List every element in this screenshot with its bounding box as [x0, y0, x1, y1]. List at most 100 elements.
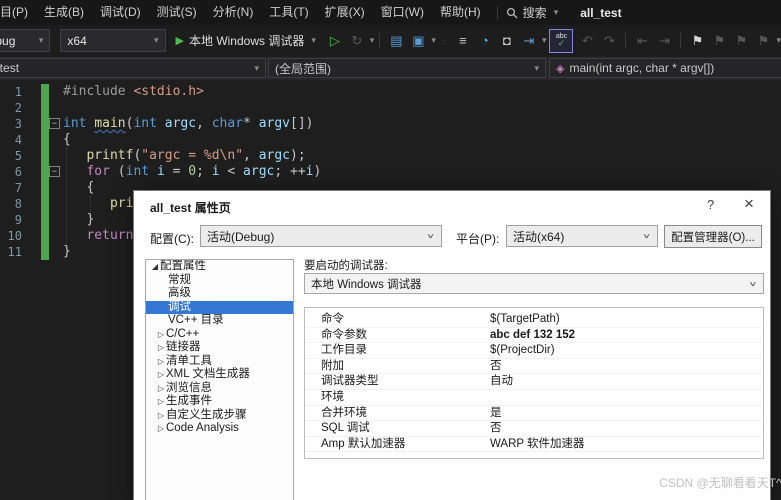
grid-row-2[interactable]: 工作目录$(ProjectDir) [305, 343, 763, 359]
line-number: 11 [0, 244, 22, 260]
tree-item-6[interactable]: ▷链接器 [146, 341, 293, 355]
fold-collapse-icon[interactable]: − [49, 166, 60, 177]
debugger-to-launch-label: 要启动的调试器: [304, 257, 388, 273]
grid-key: 工作目录 [305, 343, 490, 358]
member-name: main(int argc, char * argv[]) [569, 61, 714, 75]
menu-item-1[interactable]: 生成(B) [36, 0, 92, 25]
tree-item-2[interactable]: 高级 [146, 287, 293, 301]
collapsed-arrow-icon[interactable]: ▷ [156, 368, 166, 382]
exit-icon[interactable]: ⇥ [519, 30, 539, 52]
menu-item-4[interactable]: 分析(N) [205, 0, 262, 25]
close-icon[interactable]: × [744, 194, 754, 214]
tree-item-12[interactable]: ▷Code Analysis [146, 422, 293, 436]
spell-checker-toggle[interactable]: abc✓ [549, 29, 573, 53]
save-all-icon[interactable]: ▣ [408, 30, 428, 52]
line-number: 2 [0, 100, 22, 116]
toolbar-separator [625, 33, 626, 49]
grid-row-1[interactable]: 命令参数abc def 132 152 [305, 328, 763, 344]
search-box[interactable]: 搜索 ▾ [506, 4, 559, 21]
tree-item-1[interactable]: 常规 [146, 274, 293, 288]
start-debugging-label: 本地 Windows 调试器 [189, 32, 304, 49]
grid-key: 合并环境 [305, 406, 490, 421]
dropdown-chevron-icon: ▾ [254, 63, 259, 74]
grid-key: 附加 [305, 359, 490, 374]
solution-config-combo[interactable]: Debug ▾ [0, 29, 50, 52]
tree-item-5[interactable]: ▷C/C++ [146, 328, 293, 342]
menu-item-7[interactable]: 窗口(W) [373, 0, 432, 25]
configuration-manager-button[interactable]: 配置管理器(O)... [664, 225, 762, 248]
solution-platform-value: x64 [67, 34, 86, 48]
open-folder-icon[interactable]: ▤ [386, 30, 406, 52]
line-number: 7 [0, 180, 22, 196]
grid-row-0[interactable]: 命令$(TargetPath) [305, 312, 763, 328]
line-operations-icon[interactable]: ≡ [453, 30, 473, 52]
code-text: int main(int argc, char* argv[]) [63, 116, 314, 132]
tree-item-4[interactable]: VC++ 目录 [146, 314, 293, 328]
combo-chevron-icon: ∨ [749, 280, 757, 288]
menu-item-3[interactable]: 测试(S) [149, 0, 205, 25]
start-debugging-button[interactable]: ▶ 本地 Windows 调试器 ▾ [176, 32, 316, 49]
start-without-debugging-icon[interactable]: ▷ [325, 30, 345, 52]
code-line-3[interactable]: 3−int main(int argc, char* argv[]) [0, 116, 781, 132]
help-button[interactable]: ? [707, 197, 714, 212]
code-line-5[interactable]: 5 printf("argc = %d\n", argc); [0, 148, 781, 164]
project-dropdown[interactable]: all_test ▾ [0, 58, 266, 78]
solution-platform-combo[interactable]: x64 ▾ [60, 29, 165, 52]
grid-row-8[interactable]: Amp 默认加速器WARP 软件加速器 [305, 437, 763, 453]
combo-chevron-icon: ∨ [426, 232, 435, 240]
tree-item-3[interactable]: 调试 [146, 301, 293, 315]
menu-item-5[interactable]: 工具(T) [261, 0, 316, 25]
collapsed-arrow-icon[interactable]: ▷ [156, 355, 166, 369]
code-line-4[interactable]: 4{ [0, 132, 781, 148]
configuration-value: 活动(Debug) [207, 228, 274, 245]
grid-value: $(TargetPath) [490, 312, 763, 327]
line-number: 8 [0, 196, 22, 212]
toolbar: Debug ▾ x64 ▾ ▶ 本地 Windows 调试器 ▾ ▷↻▾▤▣▾⋮… [0, 25, 781, 56]
toggle-bookmark-icon[interactable]: ⚑ [687, 30, 707, 52]
code-text: for (int i = 0; i < argc; ++i) [63, 164, 321, 180]
collapsed-arrow-icon[interactable]: ▷ [156, 422, 166, 436]
undo-icon: ↶ [577, 30, 597, 52]
tree-item-label: VC++ 目录 [168, 314, 224, 328]
expanded-arrow-icon[interactable]: ◢ [150, 260, 160, 274]
tree-item-7[interactable]: ▷清单工具 [146, 355, 293, 369]
toolbar-separator [680, 33, 681, 49]
collapsed-arrow-icon[interactable]: ▷ [156, 341, 166, 355]
scope-dropdown[interactable]: (全局范围) ▾ [268, 58, 546, 78]
platform-combo[interactable]: 活动(x64) ∨ [506, 225, 658, 247]
window-title: all_test [580, 6, 621, 20]
menu-item-8[interactable]: 帮助(H) [432, 0, 489, 25]
grid-row-6[interactable]: 合并环境是 [305, 406, 763, 422]
grid-row-4[interactable]: 调试器类型自动 [305, 374, 763, 390]
tree-item-0[interactable]: ◢配置属性 [146, 260, 293, 274]
performance-profiler-icon[interactable]: ◔ [475, 30, 495, 52]
code-line-1[interactable]: 1#include <stdio.h> [0, 84, 781, 100]
tree-item-8[interactable]: ▷XML 文档生成器 [146, 368, 293, 382]
grid-row-7[interactable]: SQL 调试否 [305, 421, 763, 437]
code-line-2[interactable]: 2 [0, 100, 781, 116]
tree-item-10[interactable]: ▷生成事件 [146, 395, 293, 409]
menu-item-2[interactable]: 调试(D) [92, 0, 149, 25]
grid-row-5[interactable]: 环境 [305, 390, 763, 406]
tree-item-11[interactable]: ▷自定义生成步骤 [146, 409, 293, 423]
scope-name: (全局范围) [275, 60, 331, 77]
grid-value: 自动 [490, 374, 763, 389]
grid-row-3[interactable]: 附加否 [305, 359, 763, 375]
fold-collapse-icon[interactable]: − [49, 118, 60, 129]
menu-item-6[interactable]: 扩展(X) [317, 0, 373, 25]
grid-key: 命令参数 [305, 328, 490, 343]
collapsed-arrow-icon[interactable]: ▷ [156, 409, 166, 423]
tree-item-9[interactable]: ▷浏览信息 [146, 382, 293, 396]
navigation-bar: all_test ▾ (全局范围) ▾ ◈ main(int argc, cha… [0, 57, 781, 80]
screenshot-icon[interactable]: ◘ [497, 30, 517, 52]
collapsed-arrow-icon[interactable]: ▷ [156, 395, 166, 409]
debugger-combo[interactable]: 本地 Windows 调试器 ∨ [304, 273, 764, 294]
menu-item-0[interactable]: 项目(P) [0, 0, 36, 25]
code-line-6[interactable]: 6− for (int i = 0; i < argc; ++i) [0, 164, 781, 180]
collapsed-arrow-icon[interactable]: ▷ [156, 382, 166, 396]
collapsed-arrow-icon[interactable]: ▷ [156, 328, 166, 342]
member-dropdown[interactable]: ◈ main(int argc, char * argv[]) [549, 58, 781, 78]
toolbar-overflow-icon[interactable]: ▾ [776, 35, 781, 46]
configuration-combo[interactable]: 活动(Debug) ∨ [200, 225, 442, 247]
combo-chevron-icon: ∨ [642, 232, 651, 240]
